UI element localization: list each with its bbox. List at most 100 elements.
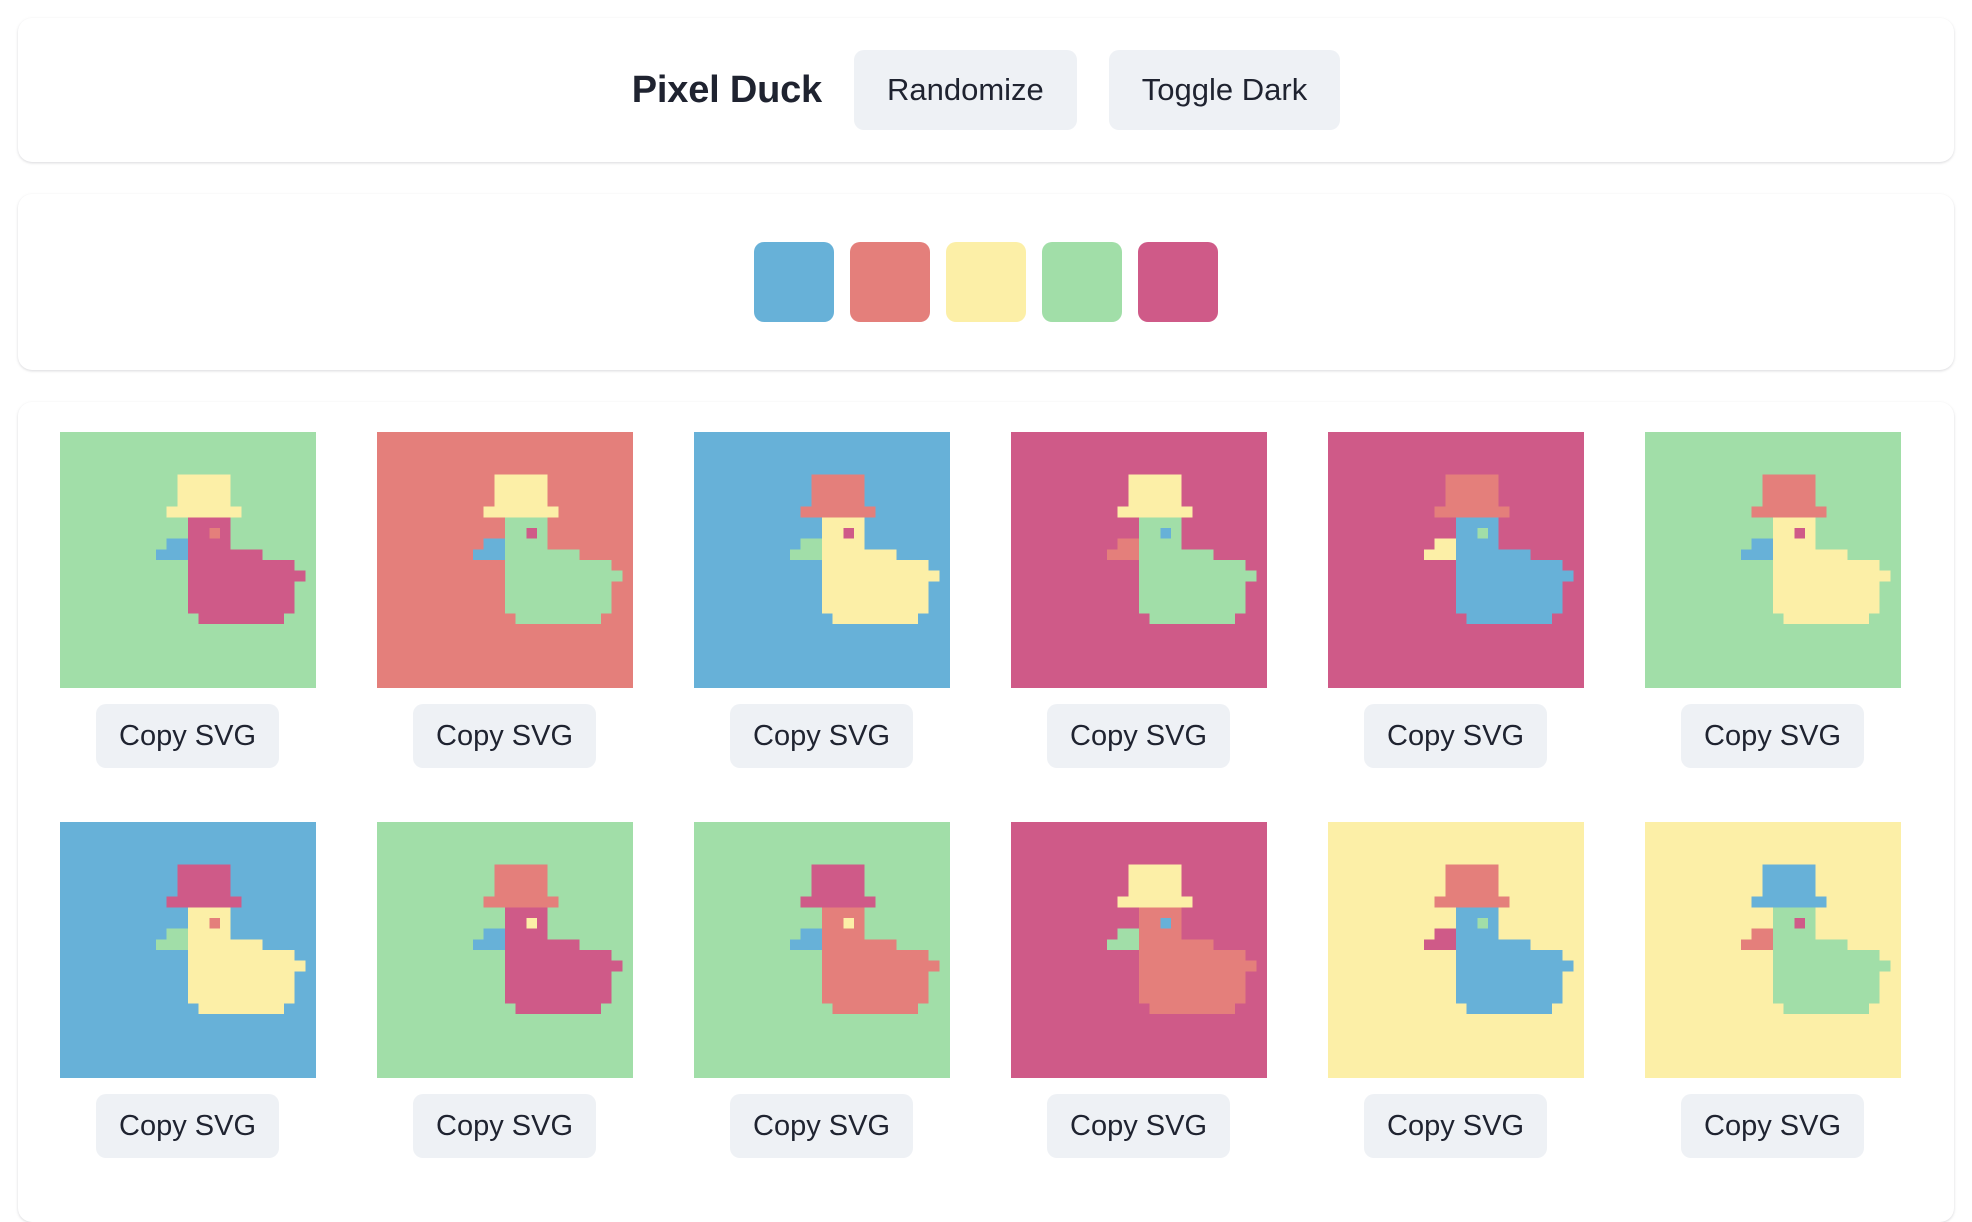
duck-eye	[1160, 918, 1171, 929]
duck-body	[1773, 971, 1880, 982]
duck-body	[1773, 581, 1880, 592]
duck-body	[822, 960, 940, 972]
palette-swatch-yellow[interactable]	[946, 242, 1026, 322]
copy-svg-button[interactable]: Copy SVG	[413, 1094, 596, 1158]
duck-body	[1139, 517, 1182, 550]
palette-swatch-coral[interactable]	[850, 242, 930, 322]
duck-body	[1149, 1003, 1235, 1014]
duck-beak	[156, 549, 188, 560]
palette-panel	[18, 194, 1954, 370]
duck-image	[60, 822, 316, 1078]
copy-svg-button[interactable]: Copy SVG	[730, 704, 913, 768]
duck-body	[1149, 613, 1235, 624]
copy-svg-button[interactable]: Copy SVG	[96, 1094, 279, 1158]
palette-swatch-mint[interactable]	[1042, 242, 1122, 322]
duck-body	[515, 1003, 601, 1014]
duck-beak	[1424, 939, 1456, 950]
duck-beak	[1741, 939, 1773, 950]
duck-body	[1139, 939, 1214, 950]
copy-svg-button[interactable]: Copy SVG	[1364, 704, 1547, 768]
duck-body	[1139, 570, 1257, 582]
palette-swatch-blue[interactable]	[754, 242, 834, 322]
duck-body	[188, 939, 263, 950]
duck-image	[377, 822, 633, 1078]
duck-tile: Copy SVG	[1011, 432, 1267, 768]
duck-image	[1011, 432, 1267, 688]
duck-beak	[166, 928, 188, 940]
duck-body	[1783, 613, 1869, 624]
duck-hat	[166, 506, 242, 518]
duck-beak	[1751, 538, 1773, 550]
duck-hat	[177, 474, 231, 507]
duck-image	[1328, 432, 1584, 688]
duck-image	[377, 432, 633, 688]
duck-tile: Copy SVG	[60, 822, 316, 1158]
duck-body	[198, 613, 284, 624]
duck-beak	[790, 549, 822, 560]
duck-hat	[811, 864, 865, 897]
duck-hat	[1117, 896, 1193, 908]
duck-body	[832, 1003, 918, 1014]
copy-svg-button[interactable]: Copy SVG	[730, 1094, 913, 1158]
toggle-dark-button[interactable]: Toggle Dark	[1108, 50, 1341, 130]
duck-body	[188, 570, 306, 582]
duck-body	[1773, 950, 1880, 961]
duck-body	[1773, 517, 1816, 550]
duck-hat	[483, 896, 559, 908]
copy-svg-button[interactable]: Copy SVG	[1047, 1094, 1230, 1158]
duck-body	[188, 950, 295, 961]
duck-hat	[1751, 896, 1827, 908]
duck-body	[1466, 1003, 1552, 1014]
copy-svg-button[interactable]: Copy SVG	[1681, 704, 1864, 768]
duck-beak	[166, 538, 188, 550]
duck-body	[1773, 592, 1880, 614]
duck-hat	[177, 864, 231, 897]
duck-body	[1773, 982, 1880, 1004]
duck-gallery: Copy SVG Copy SVG Copy SVG Copy SVG Copy SVG…	[18, 402, 1954, 1222]
duck-body	[1456, 960, 1574, 972]
duck-body	[1456, 939, 1531, 950]
duck-body	[188, 982, 295, 1004]
duck-tile: Copy SVG	[1645, 822, 1901, 1158]
duck-image	[1328, 822, 1584, 1078]
palette-swatch-magenta[interactable]	[1138, 242, 1218, 322]
duck-body	[1783, 1003, 1869, 1014]
copy-svg-button[interactable]: Copy SVG	[1681, 1094, 1864, 1158]
duck-body	[822, 570, 940, 582]
duck-beak	[1117, 538, 1139, 550]
header-bar: Pixel Duck Randomize Toggle Dark	[18, 18, 1954, 162]
duck-body	[1456, 907, 1499, 940]
duck-body	[1139, 960, 1257, 972]
duck-body	[1456, 581, 1563, 592]
duck-eye	[1794, 918, 1805, 929]
duck-body	[822, 939, 897, 950]
duck-body	[1139, 982, 1246, 1004]
duck-body	[1466, 613, 1552, 624]
randomize-button[interactable]: Randomize	[853, 50, 1077, 130]
duck-hat	[1762, 864, 1816, 897]
copy-svg-button[interactable]: Copy SVG	[1364, 1094, 1547, 1158]
copy-svg-button[interactable]: Copy SVG	[96, 704, 279, 768]
color-palette	[18, 242, 1954, 322]
duck-body	[505, 592, 612, 614]
duck-beak	[1107, 549, 1139, 560]
duck-hat	[494, 474, 548, 507]
duck-eye	[209, 528, 220, 539]
duck-body	[188, 971, 295, 982]
duck-body	[1139, 950, 1246, 961]
duck-image	[694, 822, 950, 1078]
duck-body	[505, 560, 612, 571]
duck-tile: Copy SVG	[1011, 822, 1267, 1158]
copy-svg-button[interactable]: Copy SVG	[1047, 704, 1230, 768]
duck-body	[515, 613, 601, 624]
duck-eye	[209, 918, 220, 929]
copy-svg-button[interactable]: Copy SVG	[413, 704, 596, 768]
duck-beak	[1424, 549, 1456, 560]
duck-body	[505, 950, 612, 961]
duck-beak	[790, 939, 822, 950]
duck-eye	[1477, 918, 1488, 929]
duck-eye	[1477, 528, 1488, 539]
duck-body	[832, 613, 918, 624]
duck-body	[1456, 570, 1574, 582]
duck-body	[1139, 581, 1246, 592]
